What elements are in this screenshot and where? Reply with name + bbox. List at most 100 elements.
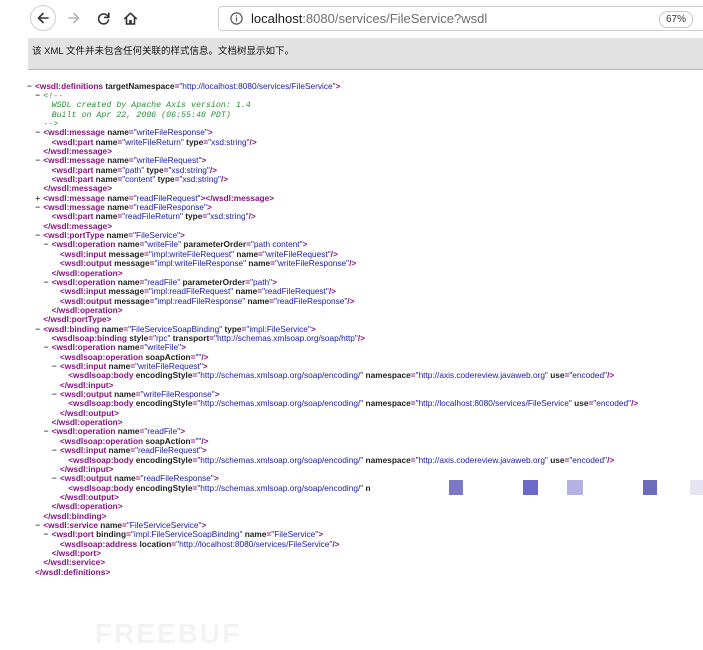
xml-token: wsdl:message xyxy=(212,192,270,203)
xml-token: "content" xyxy=(122,174,156,184)
xml-token: /> xyxy=(220,174,229,184)
xml-token: "xsd:string" xyxy=(207,211,249,222)
xml-token: "http://schemas.xmlsoap.org/soap/http" xyxy=(214,332,358,343)
xml-token: type xyxy=(183,136,204,147)
xml-token: namespace xyxy=(363,398,411,409)
xml-token: encodingStyle xyxy=(133,370,193,381)
xml-token: /> xyxy=(357,332,366,343)
xml-token: /> xyxy=(607,454,615,465)
back-button[interactable] xyxy=(30,5,56,31)
xml-token: Built on Apr 22, 2006 (06:55:48 PDT) xyxy=(51,110,231,120)
collapse-toggle[interactable]: − xyxy=(44,239,52,249)
xml-token: "encoded" xyxy=(593,398,632,409)
watermark: FREEBUF xyxy=(95,618,242,649)
notice-text: 该 XML 文件并未包含任何关联的样式信息。文档树显示如下。 xyxy=(32,46,294,57)
xml-token: name xyxy=(245,295,270,306)
xml-token: "encoded" xyxy=(569,370,608,381)
collapse-toggle[interactable]: − xyxy=(44,529,52,539)
xml-token: use xyxy=(547,454,565,465)
xml-token: /> xyxy=(332,538,340,549)
collapse-toggle[interactable]: − xyxy=(27,81,35,91)
url-path: :8080/services/FileService?wsdl xyxy=(302,11,488,26)
reload-button[interactable] xyxy=(90,5,116,31)
xml-style-notice: 该 XML 文件并未包含任何关联的样式信息。文档树显示如下。 xyxy=(28,38,703,70)
xml-token: encodingStyle xyxy=(133,398,193,409)
xml-token: type xyxy=(155,174,175,184)
xml-token: > xyxy=(117,304,123,315)
home-icon xyxy=(123,11,137,25)
xml-token: "http://localhost:8080/services/FileServ… xyxy=(415,398,572,409)
forward-arrow-icon xyxy=(68,12,80,24)
xml-token: "readFileResponse" xyxy=(274,295,348,306)
home-button[interactable] xyxy=(117,5,143,31)
xml-token: "http://schemas.xmlsoap.org/soap/encodin… xyxy=(197,370,364,381)
xml-token: > xyxy=(269,192,275,203)
collapse-toggle[interactable]: − xyxy=(44,426,52,436)
xml-token: "impl:readFileResponse" xyxy=(154,295,246,306)
xml-token: "xsd:string" xyxy=(208,136,250,147)
xml-token: "http://schemas.xmlsoap.org/soap/encodin… xyxy=(197,454,364,465)
xml-token: > xyxy=(117,501,123,512)
xml-tree: FREEBUF − <wsdl:definitions targetNamespa… xyxy=(0,70,703,650)
xml-token: encodingStyle xyxy=(133,482,193,493)
collapse-toggle[interactable]: − xyxy=(52,361,60,371)
browser-toolbar: localhost:8080/services/FileService?wsdl… xyxy=(0,0,703,38)
redaction-block xyxy=(523,480,538,495)
xml-line: <wsdlsoap:body encodingStyle="http://sch… xyxy=(68,370,614,380)
xml-line: <wsdlsoap:body encodingStyle="http://sch… xyxy=(68,455,614,465)
collapse-toggle[interactable]: − xyxy=(52,445,60,455)
redaction-block xyxy=(643,480,657,495)
xml-token: "http://schemas.xmlsoap.org/soap/encodin… xyxy=(197,398,364,409)
xml-token: "http://localhost:8080/services/FileServ… xyxy=(176,538,333,549)
redaction-block xyxy=(567,480,583,495)
xml-token: type xyxy=(182,211,203,222)
back-arrow-icon xyxy=(37,12,49,24)
xml-line: Built on Apr 22, 2006 (06:55:48 PDT) xyxy=(51,109,231,120)
xml-token: encodingStyle xyxy=(133,454,193,465)
xml-token: name xyxy=(246,258,271,269)
xml-token: "http://axis.codereview.javaweb.org" xyxy=(415,454,548,465)
xml-token: "http://axis.codereview.javaweb.org" xyxy=(415,370,548,381)
collapse-toggle[interactable]: − xyxy=(44,342,52,352)
collapse-toggle[interactable]: − xyxy=(52,389,60,399)
collapse-toggle[interactable]: − xyxy=(44,277,52,287)
xml-token: "readFileReturn" xyxy=(122,211,183,222)
xml-token: /> xyxy=(607,370,615,381)
xml-token: /> xyxy=(249,136,257,147)
collapse-toggle[interactable]: − xyxy=(52,473,60,483)
xml-line: <wsdlsoap:body encodingStyle="http://sch… xyxy=(68,398,638,408)
xml-token: n xyxy=(363,482,371,493)
xml-token: /> xyxy=(347,295,355,306)
url-host: localhost xyxy=(251,11,303,26)
xml-token: /> xyxy=(248,211,256,222)
zoom-badge[interactable]: 67% xyxy=(658,11,693,28)
xml-token: targetNamespace xyxy=(103,80,175,91)
xml-token: "http://schemas.xmlsoap.org/soap/encodin… xyxy=(197,482,364,493)
xml-token: namespace xyxy=(363,370,411,381)
xml-token: wsdl:definitions xyxy=(42,566,106,577)
xml-token: "impl:writeFileResponse" xyxy=(154,258,247,269)
xml-token: "writeFileResponse" xyxy=(274,258,350,269)
xml-token: namespace xyxy=(363,454,411,465)
xml-token: use xyxy=(547,370,565,381)
xml-line: − <wsdl:definitions targetNamespace="http… xyxy=(27,80,341,91)
xml-token: /> xyxy=(349,258,357,269)
reload-icon xyxy=(97,11,110,25)
xml-token: > xyxy=(105,566,111,577)
xml-token: "encoded" xyxy=(569,454,608,465)
xml-line: <wsdlsoap:address location="http://local… xyxy=(60,539,340,549)
address-bar[interactable]: localhost:8080/services/FileService?wsdl… xyxy=(218,6,703,31)
xml-token: /> xyxy=(631,398,639,409)
url-text[interactable]: localhost:8080/services/FileService?wsdl xyxy=(251,11,487,26)
xml-token: location xyxy=(137,538,172,549)
xml-token: "xsd:string" xyxy=(179,174,221,184)
xml-token: "writeFileReturn" xyxy=(122,136,184,147)
xml-token: use xyxy=(571,398,589,409)
xml-line: </wsdl:definitions> xyxy=(35,567,110,577)
xml-token: "http://localhost:8080/services/FileServ… xyxy=(179,80,336,91)
redaction-block xyxy=(449,480,463,495)
info-icon[interactable] xyxy=(227,10,245,28)
xml-token: > xyxy=(335,80,341,91)
redaction-block xyxy=(690,480,703,495)
forward-button[interactable] xyxy=(61,5,87,31)
